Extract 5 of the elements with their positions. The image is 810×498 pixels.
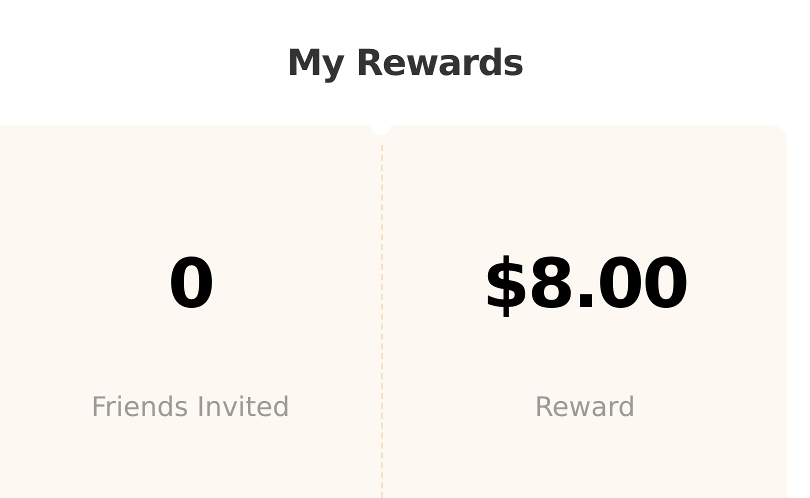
stat-value: 0 <box>168 251 214 319</box>
stat-label: Friends Invited <box>91 393 290 423</box>
stat-label: Reward <box>534 393 636 423</box>
page-title: My Rewards <box>286 44 524 86</box>
stat-value: $8.00 <box>482 251 688 319</box>
